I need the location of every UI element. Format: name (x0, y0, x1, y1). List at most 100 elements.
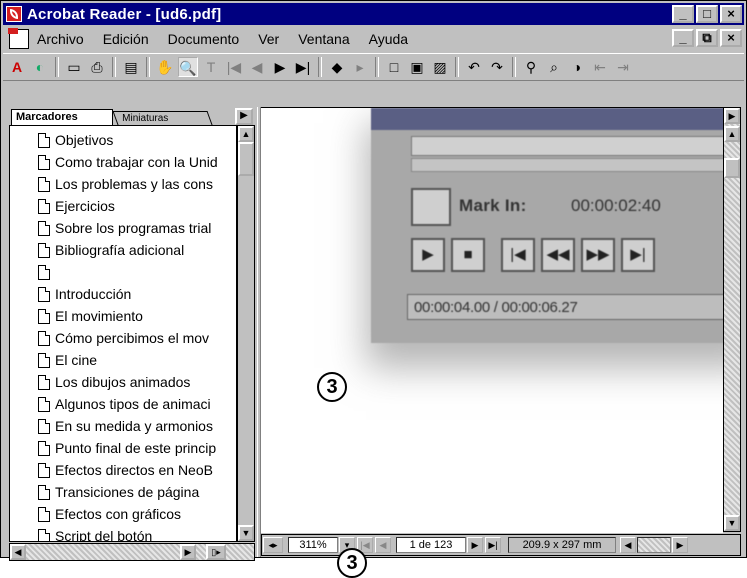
page-icon (38, 264, 50, 280)
fit-width-icon[interactable]: ▨ (430, 57, 450, 77)
rotate-right-icon[interactable]: ↷ (487, 57, 507, 77)
pane-options-icon[interactable]: ▯▸ (206, 544, 226, 560)
text-select-icon[interactable]: T (201, 57, 221, 77)
window-title: Acrobat Reader - [ud6.pdf] (27, 5, 222, 23)
prev-highlight-icon[interactable]: ⇤ (590, 57, 610, 77)
document-vertical-scrollbar[interactable]: ▶ ▲ ▼ (723, 107, 741, 532)
tab-miniaturas[interactable]: Miniaturas (112, 111, 213, 125)
status-prev-page-button[interactable]: ◀ (375, 537, 391, 553)
bookmark-item[interactable]: Como trabajar con la Unid (38, 152, 236, 172)
open-folder-icon[interactable]: ▭ (64, 57, 84, 77)
doc-scroll-down-button[interactable]: ▼ (724, 515, 740, 531)
bookmark-item[interactable]: Efectos directos en NeoB (38, 460, 236, 480)
prev-page-icon[interactable]: ◀ (247, 57, 267, 77)
next-page-icon[interactable]: ▶ (270, 57, 290, 77)
document-menu-icon[interactable] (8, 28, 29, 49)
doc-restore-button[interactable]: ⧉ (696, 29, 718, 47)
print-icon[interactable]: ⎙ (87, 57, 107, 77)
scroll-right-button[interactable]: ▶ (180, 544, 196, 560)
page-icon (38, 528, 50, 541)
maximize-button[interactable]: □ (696, 5, 718, 23)
bookmark-item[interactable]: Objetivos (38, 130, 236, 150)
minimize-button[interactable]: _ (672, 5, 694, 23)
bookmark-item[interactable]: En su medida y armonios (38, 416, 236, 436)
toggle-panel-icon[interactable]: ▤ (121, 57, 141, 77)
acrobat-logo-icon[interactable]: A (7, 57, 27, 77)
zoom-tool-icon[interactable]: 🔍 (178, 57, 198, 77)
pane-menu-button[interactable]: ▶ (235, 108, 253, 125)
bookmark-item[interactable]: Los problemas y las cons (38, 174, 236, 194)
bookmark-label: Bibliografía adicional (55, 242, 185, 258)
actual-size-icon[interactable]: □ (384, 57, 404, 77)
acrobat-app-icon[interactable] (6, 6, 22, 22)
status-last-page-button[interactable]: ▶| (485, 537, 501, 553)
doc-close-button[interactable]: × (720, 29, 742, 47)
bookmark-item[interactable]: Introducción (38, 284, 236, 304)
title-bar[interactable]: Acrobat Reader - [ud6.pdf] _ □ × (3, 3, 744, 25)
bookmark-item[interactable]: El cine (38, 350, 236, 370)
splitter-toggle-icon[interactable]: ◂▸ (263, 537, 283, 553)
bookmark-item[interactable]: Los dibujos animados (38, 372, 236, 392)
bookmark-item[interactable]: El movimiento (38, 306, 236, 326)
screenshot-slider-track (411, 158, 723, 172)
bookmark-label: Sobre los programas trial (55, 220, 212, 236)
menu-edicion[interactable]: Edición (103, 31, 149, 47)
scroll-up-button[interactable]: ▲ (238, 126, 254, 142)
bookmark-item[interactable]: Transiciones de página (38, 482, 236, 502)
bookmark-label: Cómo percibimos el mov (55, 330, 210, 346)
toolbar-separator (512, 57, 516, 77)
bookmark-label: Los problemas y las cons (55, 176, 213, 192)
go-back-icon[interactable]: ◆ (327, 57, 347, 77)
document-window-controls: _ ⧉ × (672, 29, 742, 47)
zoom-field[interactable]: 311% (288, 537, 338, 553)
page-field[interactable]: 1 de 123 (396, 537, 466, 553)
tab-marcadores[interactable]: Marcadores (11, 109, 113, 125)
search-results-icon[interactable]: ◑ (567, 57, 587, 77)
document-view[interactable]: Mark In: 00:00:02:40 ▶ ■ |◀ ◀◀ ▶▶ ▶| 00:… (261, 107, 723, 533)
bookmark-item[interactable] (38, 262, 236, 282)
hscroll-left-button[interactable]: ◀ (620, 537, 636, 553)
scroll-left-button[interactable]: ◀ (10, 544, 26, 560)
scroll-down-button[interactable]: ▼ (238, 525, 254, 541)
page-icon (38, 198, 50, 214)
bookmark-item[interactable]: Algunos tipos de animaci (38, 394, 236, 414)
go-forward-icon[interactable]: ▸ (350, 57, 370, 77)
globe-icon[interactable]: ◐ (30, 57, 50, 77)
first-page-icon[interactable]: |◀ (224, 57, 244, 77)
search-icon[interactable]: ⌕ (544, 57, 564, 77)
menu-documento[interactable]: Documento (168, 31, 240, 47)
bookmark-label: Ejercicios (55, 198, 115, 214)
rotate-left-icon[interactable]: ↶ (464, 57, 484, 77)
scroll-thumb[interactable] (238, 142, 254, 176)
bookmark-item[interactable]: Bibliografía adicional (38, 240, 236, 260)
fit-page-icon[interactable]: ▣ (407, 57, 427, 77)
page-icon (38, 418, 50, 434)
status-next-page-button[interactable]: ▶ (467, 537, 483, 553)
bookmark-item[interactable]: Script del botón (38, 526, 236, 541)
bookmarks-horizontal-scrollbar[interactable]: ◀ ▶ ▯▸ (9, 543, 255, 561)
page-icon (38, 462, 50, 478)
last-page-icon[interactable]: ▶| (293, 57, 313, 77)
doc-minimize-button[interactable]: _ (672, 29, 694, 47)
bookmark-item[interactable]: Sobre los programas trial (38, 218, 236, 238)
doc-horizontal-scrollbar[interactable] (637, 537, 671, 553)
menu-ventana[interactable]: Ventana (298, 31, 349, 47)
close-button[interactable]: × (720, 5, 742, 23)
hscroll-right-button[interactable]: ▶ (672, 537, 688, 553)
menu-archivo[interactable]: Archivo (37, 31, 84, 47)
bookmark-item[interactable]: Ejercicios (38, 196, 236, 216)
menu-ver[interactable]: Ver (258, 31, 279, 47)
bookmarks-vertical-scrollbar[interactable]: ▲ ▼ (237, 125, 255, 542)
doc-scroll-thumb[interactable] (724, 158, 740, 178)
doc-scroll-up-top-button[interactable]: ▶ (724, 108, 740, 124)
bookmark-item[interactable]: Cómo percibimos el mov (38, 328, 236, 348)
toolbar-separator (455, 57, 459, 77)
bookmark-item[interactable]: Efectos con gráficos (38, 504, 236, 524)
next-highlight-icon[interactable]: ⇥ (613, 57, 633, 77)
hand-tool-icon[interactable]: ✋ (155, 57, 175, 77)
doc-scroll-up-button[interactable]: ▲ (724, 126, 740, 142)
find-icon[interactable]: ⚲ (521, 57, 541, 77)
bookmark-item[interactable]: Punto final de este princip (38, 438, 236, 458)
menu-ayuda[interactable]: Ayuda (369, 31, 408, 47)
page-size-display: 209.9 x 297 mm (508, 537, 616, 553)
